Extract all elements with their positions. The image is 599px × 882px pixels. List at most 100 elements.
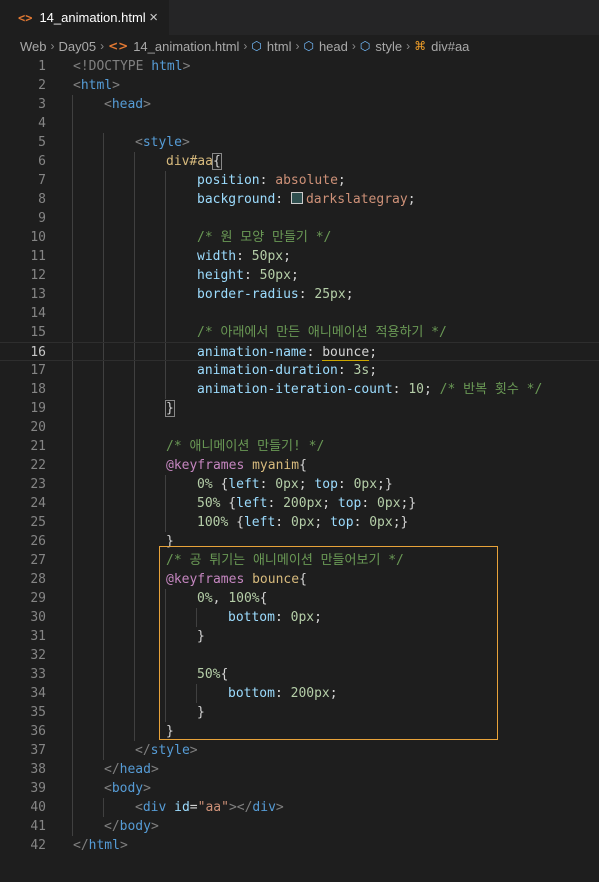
- code-text: div#aa{: [166, 152, 222, 171]
- code-line[interactable]: 11 width: 50px;: [0, 247, 599, 266]
- code-line[interactable]: 12 height: 50px;: [0, 266, 599, 285]
- token-num: 100%: [197, 515, 229, 530]
- code-line[interactable]: 20: [0, 418, 599, 437]
- code-line[interactable]: 19}: [0, 399, 599, 418]
- code-text: <body>: [104, 779, 151, 798]
- element-icon: ⬡: [303, 39, 314, 53]
- token-text: :: [259, 173, 276, 188]
- code-editor[interactable]: 1 <!DOCTYPE html> 2 <html> 3 <head> 4 5 <style> 6…: [0, 57, 599, 882]
- breadcrumb-item[interactable]: ⬡ style: [360, 39, 402, 54]
- line-number: 21: [30, 439, 46, 454]
- token-punct: <: [73, 78, 81, 93]
- code-line[interactable]: 6 div#aa{: [0, 152, 599, 171]
- token-text: ;: [337, 173, 346, 188]
- token-prop: background: [197, 192, 276, 207]
- code-text: height: 50px;: [197, 266, 299, 285]
- code-line[interactable]: 3 <head>: [0, 95, 599, 114]
- code-text: /* 원 모양 만들기 */: [197, 228, 331, 247]
- token-punct: >: [119, 838, 128, 853]
- code-line[interactable]: 40 <div id="aa"></div>: [0, 798, 599, 817]
- line-number: 27: [30, 553, 46, 568]
- token-prop: border-radius: [197, 287, 299, 302]
- code-line[interactable]: 17 animation-duration: 3s;: [0, 361, 599, 380]
- code-line[interactable]: 2 <html>: [0, 76, 599, 95]
- token-prop: top: [330, 515, 354, 530]
- token-punct: <: [135, 800, 143, 815]
- code-line[interactable]: 23 0% {left: 0px; top: 0px;}: [0, 475, 599, 494]
- line-number: 34: [30, 686, 46, 701]
- token-text: :: [392, 382, 409, 397]
- line-number: 25: [30, 515, 46, 530]
- code-line[interactable]: 24 50% {left: 200px; top: 0px;}: [0, 494, 599, 513]
- token-num: 10: [408, 382, 424, 397]
- html-file-icon: <>: [18, 10, 33, 25]
- breadcrumb-item[interactable]: Web: [20, 39, 47, 54]
- editor-tab[interactable]: <> 14_animation.html ×: [0, 0, 170, 35]
- code-text: </head>: [104, 760, 159, 779]
- breadcrumb-item[interactable]: ⬡ html: [251, 39, 291, 54]
- line-number: 33: [30, 667, 46, 682]
- code-line[interactable]: 5 <style>: [0, 133, 599, 152]
- code-text: /* 아래에서 만든 애니메이션 적용하기 */: [197, 323, 447, 342]
- token-punct: >: [275, 800, 284, 815]
- line-number: 23: [30, 477, 46, 492]
- breadcrumb-item[interactable]: ⬡ head: [303, 39, 347, 54]
- breadcrumb-item[interactable]: ⌘ div#aa: [414, 39, 469, 54]
- line-number: 7: [38, 173, 46, 188]
- code-line[interactable]: 21 /* 애니메이션 만들기! */: [0, 437, 599, 456]
- code-line[interactable]: 38 </head>: [0, 760, 599, 779]
- token-text: :: [353, 515, 370, 530]
- token-num: 50px: [259, 268, 291, 283]
- code-line[interactable]: 10 /* 원 모양 만들기 */: [0, 228, 599, 247]
- code-line[interactable]: 25 100% {left: 0px; top: 0px;}: [0, 513, 599, 532]
- token-text: =: [189, 800, 198, 815]
- token-punct: >: [150, 762, 159, 777]
- line-number: 6: [38, 154, 46, 169]
- chevron-right-icon: ›: [50, 39, 55, 53]
- token-text: ;: [290, 268, 299, 283]
- token-prop: animation-duration: [197, 363, 338, 378]
- line-number: 36: [30, 724, 46, 739]
- breadcrumb-item[interactable]: <> 14_animation.html: [108, 39, 239, 54]
- code-line[interactable]: 13 border-radius: 25px;: [0, 285, 599, 304]
- close-icon[interactable]: ×: [149, 9, 158, 26]
- code-line[interactable]: 14: [0, 304, 599, 323]
- token-num: 50px: [251, 249, 284, 264]
- token-text: {: [220, 496, 237, 511]
- line-number: 1: [38, 59, 46, 74]
- line-number: 18: [30, 382, 46, 397]
- breadcrumb-label: Day05: [58, 38, 97, 54]
- code-line[interactable]: 15 /* 아래에서 만든 애니메이션 적용하기 */: [0, 323, 599, 342]
- line-number: 5: [38, 135, 46, 150]
- code-line[interactable]: 39 <body>: [0, 779, 599, 798]
- token-num: 200px: [283, 496, 323, 511]
- selection-highlight: [159, 546, 498, 740]
- token-punct: >: [150, 819, 159, 834]
- code-line[interactable]: 22 @keyframes myanim{: [0, 456, 599, 475]
- token-tag: style: [150, 743, 190, 758]
- line-number: 16: [30, 345, 46, 360]
- code-text: background: darkslategray;: [197, 190, 416, 209]
- breadcrumb-item[interactable]: Day05: [59, 39, 97, 54]
- token-text: ;}: [377, 477, 393, 492]
- line-number: 3: [38, 97, 46, 112]
- code-line[interactable]: 7 position: absolute;: [0, 171, 599, 190]
- token-punct: </: [104, 819, 120, 834]
- code-line[interactable]: 42 </html>: [0, 836, 599, 855]
- line-number: 14: [30, 306, 46, 321]
- code-line[interactable]: 9: [0, 209, 599, 228]
- code-line[interactable]: 18 animation-iteration-count: 10; /* 반복 횟…: [0, 380, 599, 399]
- code-line[interactable]: 8 background: darkslategray;: [0, 190, 599, 209]
- line-number: 31: [30, 629, 46, 644]
- html-file-icon: <>: [108, 39, 129, 53]
- line-number: 28: [30, 572, 46, 587]
- token-punct: <!DOCTYPE: [73, 59, 152, 74]
- token-prop: position: [197, 173, 260, 188]
- line-number: 11: [30, 249, 46, 264]
- code-line[interactable]: 16 animation-name: bounce;: [0, 342, 599, 361]
- code-line[interactable]: 37 </style>: [0, 741, 599, 760]
- code-line[interactable]: 1 <!DOCTYPE html>: [0, 57, 599, 76]
- code-line[interactable]: 4: [0, 114, 599, 133]
- code-line[interactable]: 41 </body>: [0, 817, 599, 836]
- color-swatch-icon[interactable]: [290, 192, 303, 204]
